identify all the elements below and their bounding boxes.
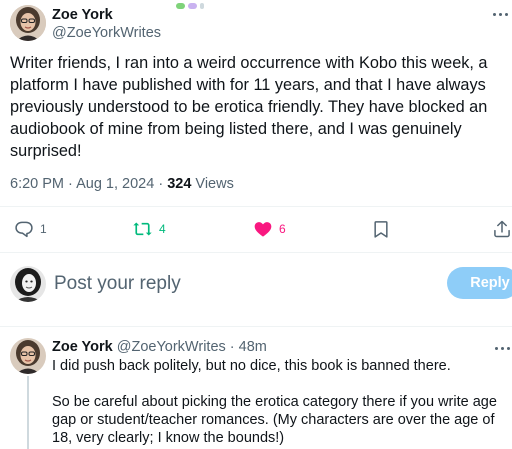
reply-count: 1 [40, 222, 47, 236]
tweet-author-row: Zoe York @ZoeYorkWrites [10, 4, 510, 44]
thread-line [27, 376, 29, 449]
author-display-name[interactable]: Zoe York [52, 7, 161, 24]
reply-button[interactable]: Reply [447, 267, 512, 299]
reply-header: Zoe York @ZoeYorkWrites · 48m [52, 338, 267, 356]
reply-icon [15, 221, 33, 238]
tweet-meta: 6:20 PM · Aug 1, 2024 · 324 Views [10, 175, 234, 193]
like-count: 6 [279, 222, 286, 236]
reply-paragraph: I did push back politely, but no dice, t… [52, 358, 451, 374]
views-count: 324 [167, 176, 192, 192]
reply-author-meta[interactable]: @ZoeYorkWrites · 48m [113, 339, 267, 355]
share-icon [494, 220, 510, 238]
reply-input[interactable]: Post your reply [54, 272, 181, 296]
repost-action-button[interactable]: 4 [132, 218, 166, 240]
share-action-button[interactable] [492, 218, 512, 240]
heart-icon [254, 222, 272, 237]
reply-author-name[interactable]: Zoe York [52, 339, 113, 355]
tweet-text: Writer friends, I ran into a weird occur… [10, 54, 488, 160]
viewer-avatar [10, 266, 46, 302]
bookmark-icon [374, 221, 388, 238]
bookmark-action-button[interactable] [372, 218, 390, 240]
cropped-emoji-row [176, 0, 236, 9]
divider [0, 326, 512, 327]
views-label: Views [191, 176, 234, 192]
repost-count: 4 [159, 222, 166, 236]
repost-icon [133, 222, 152, 236]
author-avatar[interactable] [10, 5, 46, 41]
reply-action-button[interactable]: 1 [14, 218, 47, 240]
like-action-button[interactable]: 6 [253, 218, 286, 240]
reply-more-options-icon[interactable] [494, 342, 512, 354]
divider [0, 206, 512, 207]
divider [0, 252, 512, 253]
tweet-timestamp[interactable]: 6:20 PM · Aug 1, 2024 · [10, 176, 167, 192]
reply-author-avatar[interactable] [10, 338, 46, 374]
more-options-icon[interactable] [492, 8, 510, 20]
reply-text: I did push back politely, but no dice, t… [52, 357, 508, 447]
author-handle[interactable]: @ZoeYorkWrites [52, 24, 161, 43]
reply-paragraph: So be careful about picking the erotica … [52, 394, 497, 446]
